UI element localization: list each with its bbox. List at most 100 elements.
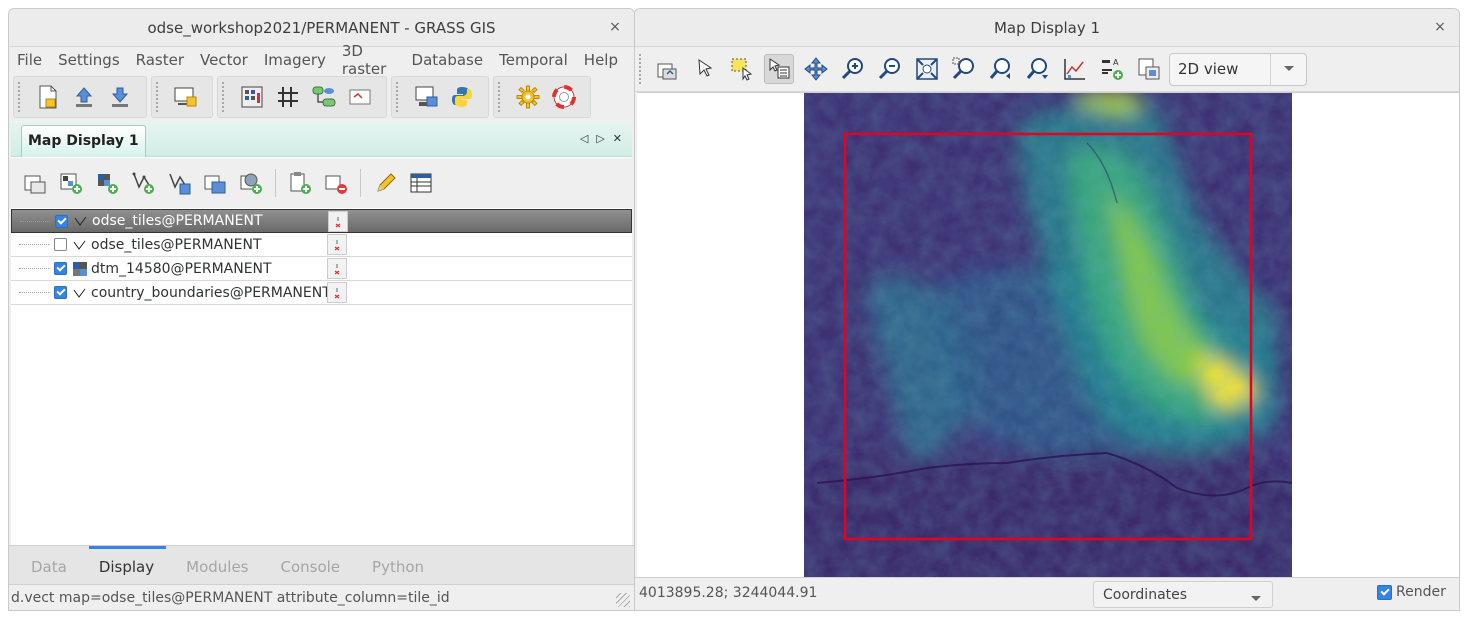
zoom-extent-icon[interactable] (912, 54, 942, 84)
add-group-icon[interactable] (285, 168, 315, 198)
toolbar-grip[interactable] (156, 82, 160, 112)
remove-layer-icon[interactable] (321, 168, 351, 198)
menu-help[interactable]: Help (584, 51, 618, 69)
layer-visibility-checkbox[interactable] (55, 214, 68, 228)
attribute-table-icon[interactable] (406, 168, 436, 198)
raster-layer-icon (71, 261, 89, 276)
layer-row[interactable]: country_boundaries@PERMANENT (11, 281, 632, 305)
layer-row[interactable]: odse_tiles@PERMANENT (11, 233, 632, 257)
map-display-title: Map Display 1 (993, 18, 1101, 37)
toolbar-grip[interactable] (222, 82, 226, 112)
dock-prev-icon[interactable]: ◁ (580, 132, 588, 145)
map-display-titlebar[interactable]: Map Display 1 × (635, 9, 1459, 47)
toolbar-grip[interactable] (639, 54, 643, 84)
grass-main-window: odse_workshop2021/PERMANENT - GRASS GIS … (8, 8, 635, 611)
view-mode-select[interactable]: 2D view (1169, 52, 1307, 86)
render-map-icon[interactable] (653, 54, 683, 84)
layer-properties-icon[interactable] (327, 258, 347, 279)
analyze-map-icon[interactable] (1060, 54, 1090, 84)
graphical-modeler-icon[interactable] (310, 83, 338, 111)
query-raster-vector-icon[interactable] (763, 54, 794, 84)
layer-visibility-checkbox[interactable] (54, 262, 67, 275)
toolbar-separator (275, 169, 276, 197)
new-workspace-icon[interactable] (34, 83, 62, 111)
map-decorations-icon[interactable]: A (1097, 54, 1127, 84)
layer-properties-icon[interactable] (327, 234, 347, 255)
toolbar-grip[interactable] (396, 82, 400, 112)
save-workspace-icon[interactable] (106, 83, 134, 111)
edit-vector-pencil-icon[interactable] (370, 168, 400, 198)
dock-close-icon[interactable]: ✕ (613, 132, 622, 145)
render-toggle[interactable]: Render (1377, 584, 1446, 600)
help-lifebuoy-icon[interactable] (550, 83, 578, 111)
resize-grip[interactable] (616, 593, 630, 607)
tree-connector (19, 268, 49, 269)
layer-row[interactable]: odse_tiles@PERMANENT (11, 209, 632, 233)
map-display-dock-tab[interactable]: Map Display 1 (21, 125, 146, 157)
zoom-menu-icon[interactable] (1023, 54, 1053, 84)
add-vector-misc-icon[interactable] (164, 168, 194, 198)
pan-icon[interactable] (801, 54, 831, 84)
settings-gear-icon[interactable] (514, 83, 542, 111)
vector-layer-icon (71, 288, 89, 298)
display-toolbar-group (151, 76, 213, 118)
menu-database[interactable]: Database (412, 51, 484, 69)
add-overlay-icon[interactable] (200, 168, 230, 198)
map-canvas[interactable] (637, 92, 1459, 580)
menu-raster[interactable]: Raster (136, 51, 184, 69)
layer-manager-dock: Map Display 1 ◁ ▷ ✕ odse_tiles@PERMANENT… (11, 121, 632, 555)
toolbar-grip[interactable] (18, 82, 22, 112)
toolbar-grip[interactable] (498, 82, 502, 112)
add-map-layers-icon[interactable] (56, 168, 86, 198)
svg-text:A: A (1113, 58, 1119, 67)
add-web-service-icon[interactable] (236, 168, 266, 198)
menu-settings[interactable]: Settings (58, 51, 120, 69)
render-checkbox[interactable] (1377, 584, 1392, 600)
layer-name: country_boundaries@PERMANENT (91, 284, 331, 301)
close-main-window-icon[interactable]: × (606, 18, 624, 36)
pointer-icon[interactable] (690, 54, 720, 84)
statusbar-mode-select[interactable]: Coordinates (1093, 581, 1273, 608)
layer-visibility-checkbox[interactable] (54, 238, 67, 251)
dock-controls: ◁ ▷ ✕ (580, 132, 622, 145)
raster-calculator-icon[interactable] (238, 83, 266, 111)
vector-layer-icon (72, 216, 90, 226)
zoom-out-icon[interactable] (875, 54, 905, 84)
chevron-down-icon (1250, 591, 1262, 607)
python-shell-icon[interactable] (448, 83, 476, 111)
add-raster-icon[interactable] (92, 168, 122, 198)
layer-properties-icon[interactable] (327, 282, 347, 303)
tree-connector (20, 220, 50, 222)
georectifier-icon[interactable] (346, 83, 374, 111)
launch-script-icon[interactable] (412, 83, 440, 111)
zoom-in-icon[interactable] (838, 54, 868, 84)
layer-visibility-checkbox[interactable] (54, 286, 67, 299)
zoom-back-icon[interactable] (986, 54, 1016, 84)
save-display-icon[interactable] (1134, 54, 1164, 84)
dock-next-icon[interactable]: ▷ (596, 132, 604, 145)
tab-modules[interactable]: Modules (176, 546, 270, 586)
workspace-toolbar-group (13, 76, 147, 118)
tab-data[interactable]: Data (21, 546, 89, 586)
layer-row[interactable]: dtm_14580@PERMANENT (11, 257, 632, 281)
menu-imagery[interactable]: Imagery (264, 51, 326, 69)
tab-display[interactable]: Display (88, 545, 176, 586)
grid-icon[interactable] (274, 83, 302, 111)
menu-vector[interactable]: Vector (200, 51, 248, 69)
main-notebook-tabs: Data Display Modules Console Python (9, 545, 634, 585)
tab-python[interactable]: Python (362, 546, 446, 586)
open-workspace-icon[interactable] (70, 83, 98, 111)
tab-console[interactable]: Console (270, 546, 362, 586)
menu-temporal[interactable]: Temporal (499, 51, 568, 69)
main-titlebar[interactable]: odse_workshop2021/PERMANENT - GRASS GIS … (9, 9, 634, 47)
add-vector-icon[interactable] (128, 168, 158, 198)
map-statusbar: 4013895.28; 3244044.91 Coordinates Rende… (635, 577, 1459, 610)
close-map-display-icon[interactable]: × (1431, 18, 1449, 36)
menu-3d-raster[interactable]: 3D raster (342, 42, 396, 78)
zoom-layer-icon[interactable] (949, 54, 979, 84)
new-map-display-icon[interactable] (172, 83, 200, 111)
layer-properties-icon[interactable] (328, 211, 348, 232)
select-features-icon[interactable] (727, 54, 757, 84)
menu-file[interactable]: File (17, 51, 42, 69)
new-display-icon[interactable] (20, 168, 50, 198)
